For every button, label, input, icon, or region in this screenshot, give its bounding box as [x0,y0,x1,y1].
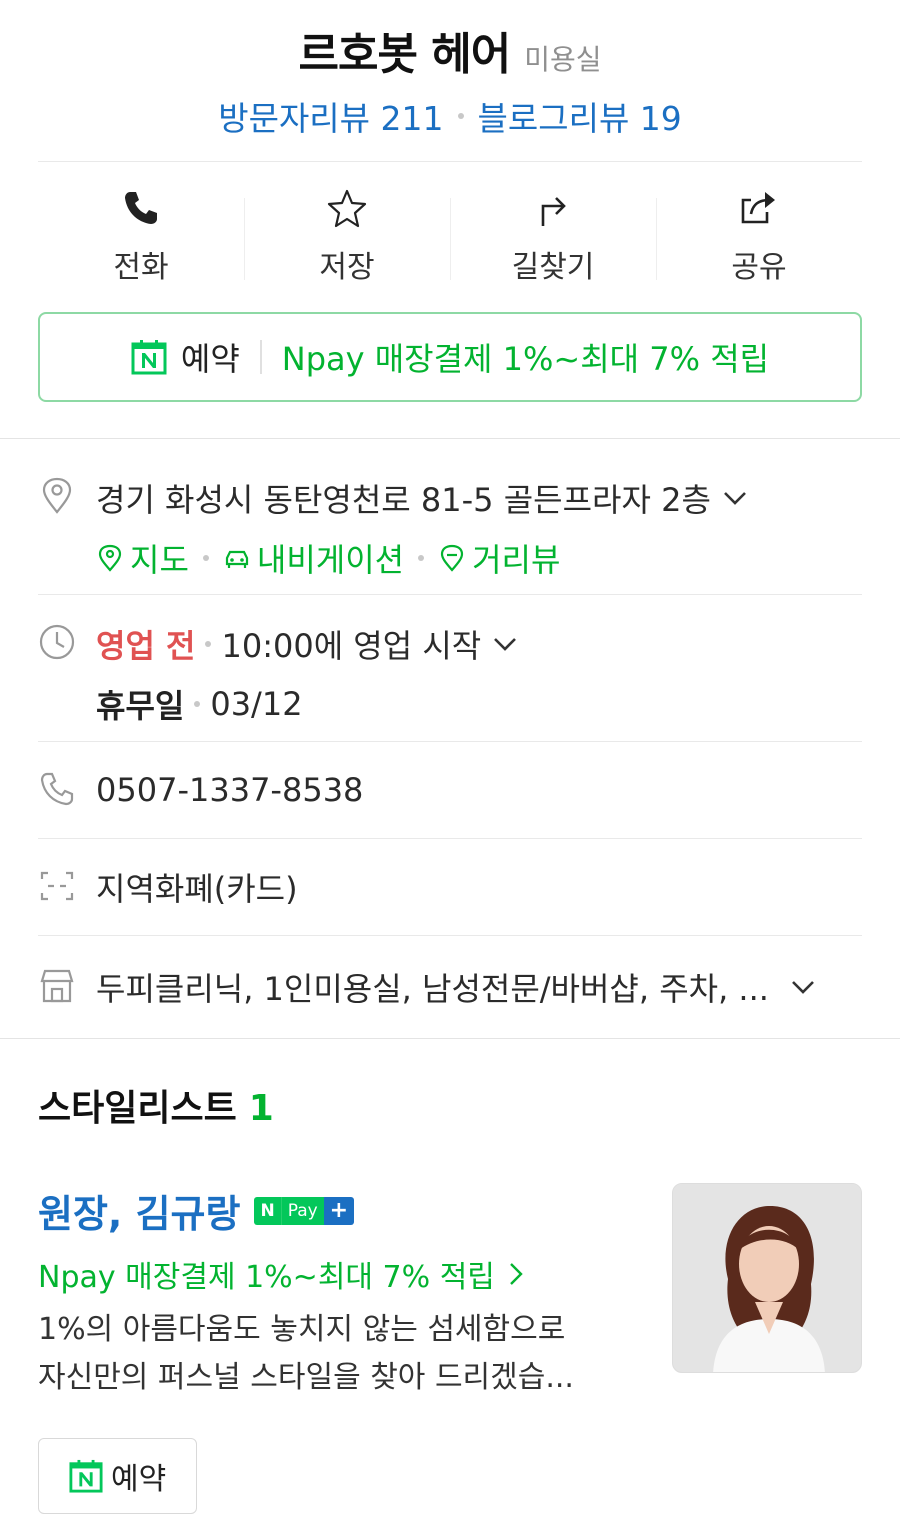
info-icon-cell [38,768,96,812]
phone-number[interactable]: 0507-1337-8538 [96,771,862,809]
booking-label: 예약 [180,340,240,378]
directions-label: 길찾기 [511,250,595,285]
hours-row: 영업 전 10:00에 영업 시작 휴무일 03/12 [38,595,862,741]
map-link[interactable]: 지도 [96,535,189,581]
share-label: 공유 [731,250,787,285]
separator-dot [457,113,464,119]
info-icon-cell [38,865,96,909]
phone-icon [125,192,157,224]
car-icon [225,550,248,568]
share-button[interactable]: 공유 [656,162,862,312]
title-row: 르호봇 헤어 미용실 [0,18,900,82]
address-links: 지도 내비게이션 거리뷰 [96,535,862,581]
street-view-link-label: 거리뷰 [472,541,561,579]
stylist-count: 1 [248,1088,274,1129]
features-text: 두피클리닉, 1인미용실, 남성전문/바버샵, 주차, ... [96,970,769,1008]
stylist-booking-button[interactable]: 예약 [38,1438,198,1514]
blog-reviews-link[interactable]: 블로그리뷰 19 [478,92,682,140]
call-label: 전화 [113,250,169,285]
place-category: 미용실 [524,43,602,76]
address-main[interactable]: 경기 화성시 동탄영천로 81-5 골든프라자 2층 [96,475,862,521]
map-link-label: 지도 [130,541,189,579]
separator-dot [202,555,209,561]
directions-icon [541,197,566,226]
review-row: 방문자리뷰 211 블로그리뷰 19 [0,92,900,140]
npay-badge-plus: + [323,1196,355,1225]
section-divider [0,1038,900,1039]
payment-methods: 지역화폐(카드) [96,870,298,908]
hours-body: 영업 전 10:00에 영업 시작 휴무일 03/12 [96,621,862,741]
place-name: 르호봇 헤어 [298,29,512,80]
stylist-photo[interactable] [672,1183,862,1373]
phone-row: 0507-1337-8538 [38,742,862,838]
chevron-down-icon [792,981,814,994]
stylist-card: 원장, 김규랑 N Pay + Npay 매장결제 1%~최대 7% 적립 1%… [38,1183,862,1514]
scan-icon [40,871,74,901]
place-header: 르호봇 헤어 미용실 방문자리뷰 211 블로그리뷰 19 [0,0,900,143]
phone-outline-icon [40,772,74,806]
store-icon [40,969,74,1003]
description-line: 자신만의 퍼스널 스타일을 찾아 드리겠습... [38,1360,574,1395]
action-bar: 전화 저장 길찾기 공유 [38,162,862,312]
section-title-text: 스타일리스트 [38,1088,237,1129]
separator-dot [205,641,212,647]
visitor-reviews-link[interactable]: 방문자리뷰 211 [218,92,443,140]
features-body: 두피클리닉, 1인미용실, 남성전문/바버샵, 주차, ... [96,964,862,1010]
call-button[interactable]: 전화 [38,162,244,312]
features-row: 두피클리닉, 1인미용실, 남성전문/바버샵, 주차, ... [38,936,862,1038]
naver-booking-icon [131,340,167,375]
info-icon-cell [38,621,96,741]
chevron-down-icon [494,638,517,651]
stylist-booking-label: 예약 [111,1462,167,1497]
address-body: 경기 화성시 동탄영천로 81-5 골든프라자 2층 지도 내비게이션 거리뷰 [96,475,862,594]
npay-badge-pay: Pay [280,1196,324,1225]
address-row: 경기 화성시 동탄영천로 81-5 골든프라자 2층 지도 내비게이션 거리뷰 [38,439,862,594]
street-view-link[interactable]: 거리뷰 [438,535,560,581]
holiday-label: 휴무일 [96,687,185,725]
separator-dot [418,555,425,561]
npay-plus-badge: N Pay + [254,1196,355,1225]
star-icon [327,189,367,228]
chevron-right-icon [510,1263,523,1285]
save-button[interactable]: 저장 [244,162,450,312]
payment-body: 지역화폐(카드) [96,864,862,910]
business-status: 영업 전 [96,627,196,665]
stylist-name[interactable]: 원장, 김규랑 [38,1183,240,1238]
street-view-icon [440,544,464,572]
separator-bar [259,340,262,374]
holiday-date: 03/12 [210,685,303,723]
clock-icon [39,624,75,660]
separator-dot [194,701,201,707]
address-text: 경기 화성시 동탄영천로 81-5 골든프라자 2층 [96,481,711,519]
holiday-row: 휴무일 03/12 [96,681,862,727]
info-icon-cell [38,475,96,594]
location-pin-icon [42,477,72,514]
stylist-npay-text: Npay 매장결제 1%~최대 7% 적립 [38,1260,495,1295]
stylist-description: 1%의 아름다움도 놓치지 않는 섬세함으로 자신만의 퍼스널 스타일을 찾아 … [38,1306,638,1402]
description-line: 1%의 아름다움도 놓치지 않는 섬세함으로 [38,1312,566,1347]
map-pin-icon [98,544,122,572]
stylist-portrait-image [673,1184,861,1372]
share-icon [741,192,775,224]
stylist-section-title: 스타일리스트 1 [38,1079,862,1131]
chevron-down-icon [723,492,746,505]
payment-row: 지역화폐(카드) [38,839,862,935]
info-icon-cell [38,965,96,1009]
directions-button[interactable]: 길찾기 [450,162,656,312]
npay-badge-n: N [254,1196,281,1225]
hours-main[interactable]: 영업 전 10:00에 영업 시작 [96,621,862,667]
navigation-link-label: 내비게이션 [256,541,405,579]
npay-benefit-text: Npay 매장결제 1%~최대 7% 적립 [281,340,770,378]
booking-npay-button[interactable]: 예약 Npay 매장결제 1%~최대 7% 적립 [38,312,862,402]
phone-body: 0507-1337-8538 [96,771,862,809]
features-main[interactable]: 두피클리닉, 1인미용실, 남성전문/바버샵, 주차, ... [96,964,862,1010]
navigation-link[interactable]: 내비게이션 [223,535,404,581]
naver-booking-icon [69,1459,103,1493]
opening-time: 10:00에 영업 시작 [221,627,482,665]
save-label: 저장 [319,250,375,285]
